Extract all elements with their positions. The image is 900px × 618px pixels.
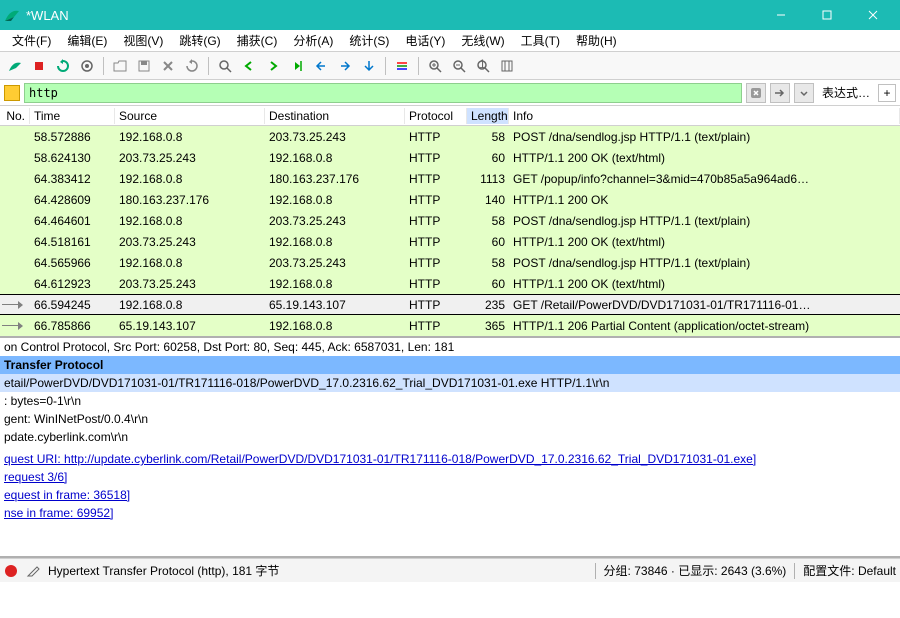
detail-line[interactable]: Transfer Protocol: [0, 356, 900, 374]
menu-item[interactable]: 统计(S): [341, 30, 397, 51]
menu-item[interactable]: 工具(T): [513, 30, 568, 51]
packet-list-header[interactable]: No. Time Source Destination Protocol Len…: [0, 106, 900, 126]
display-filter-input[interactable]: [24, 83, 742, 103]
menu-item[interactable]: 文件(F): [4, 30, 59, 51]
zoom-in-button[interactable]: [424, 55, 446, 77]
app-icon: [4, 7, 20, 23]
go-forward-button[interactable]: [262, 55, 284, 77]
go-to-packet-button[interactable]: [286, 55, 308, 77]
resize-columns-button[interactable]: [496, 55, 518, 77]
packet-row[interactable]: 64.383412192.168.0.8180.163.237.176HTTP1…: [0, 168, 900, 189]
packet-list-pane[interactable]: No. Time Source Destination Protocol Len…: [0, 106, 900, 338]
related-packet-arrow-icon: [0, 294, 30, 315]
menu-item[interactable]: 电话(Y): [397, 30, 453, 51]
auto-scroll-button[interactable]: [358, 55, 380, 77]
status-main: Hypertext Transfer Protocol (http), 181 …: [48, 562, 279, 579]
packet-details-pane[interactable]: on Control Protocol, Src Port: 60258, Ds…: [0, 338, 900, 558]
svg-text:1: 1: [479, 59, 486, 71]
toolbar-separator: [103, 57, 104, 75]
packet-row[interactable]: 66.594245192.168.0.865.19.143.107HTTP235…: [0, 294, 900, 315]
detail-line[interactable]: on Control Protocol, Src Port: 60258, Ds…: [0, 338, 900, 356]
clear-filter-button[interactable]: [746, 83, 766, 103]
save-file-button[interactable]: [133, 55, 155, 77]
bookmark-icon[interactable]: [4, 85, 20, 101]
status-separator: [595, 563, 596, 579]
colorize-button[interactable]: [391, 55, 413, 77]
menu-item[interactable]: 跳转(G): [171, 30, 228, 51]
window-title: *WLAN: [26, 8, 758, 23]
toolbar-separator: [418, 57, 419, 75]
packet-row[interactable]: 64.464601192.168.0.8203.73.25.243HTTP58P…: [0, 210, 900, 231]
packet-row[interactable]: 64.612923203.73.25.243192.168.0.8HTTP60H…: [0, 273, 900, 294]
column-no[interactable]: No.: [0, 108, 30, 124]
expert-info-icon[interactable]: [4, 564, 18, 578]
close-button[interactable]: [850, 0, 896, 30]
packet-row[interactable]: 58.624130203.73.25.243192.168.0.8HTTP60H…: [0, 147, 900, 168]
column-protocol[interactable]: Protocol: [405, 108, 467, 124]
go-first-button[interactable]: [310, 55, 332, 77]
zoom-out-button[interactable]: [448, 55, 470, 77]
close-file-button[interactable]: [157, 55, 179, 77]
stop-capture-button[interactable]: [28, 55, 50, 77]
zoom-reset-button[interactable]: 1: [472, 55, 494, 77]
filter-bar: 表达式… +: [0, 80, 900, 106]
column-time[interactable]: Time: [30, 108, 115, 124]
toolbar-separator: [208, 57, 209, 75]
apply-filter-button[interactable]: [770, 83, 790, 103]
packet-row[interactable]: 64.428609180.163.237.176192.168.0.8HTTP1…: [0, 189, 900, 210]
menu-item[interactable]: 分析(A): [285, 30, 341, 51]
detail-line[interactable]: nse in frame: 69952]: [0, 504, 900, 522]
expression-button[interactable]: 表达式…: [818, 84, 874, 101]
minimize-button[interactable]: [758, 0, 804, 30]
open-file-button[interactable]: [109, 55, 131, 77]
go-back-button[interactable]: [238, 55, 260, 77]
edit-icon[interactable]: [26, 564, 40, 578]
column-length[interactable]: Length: [467, 108, 509, 124]
detail-line[interactable]: equest in frame: 36518]: [0, 486, 900, 504]
packet-row[interactable]: 58.572886192.168.0.8203.73.25.243HTTP58P…: [0, 126, 900, 147]
find-packet-button[interactable]: [214, 55, 236, 77]
detail-line[interactable]: quest URI: http://update.cyberlink.com/R…: [0, 450, 900, 468]
toolbar: 1: [0, 52, 900, 80]
status-separator: [794, 563, 795, 579]
detail-line[interactable]: pdate.cyberlink.com\r\n: [0, 428, 900, 446]
add-filter-button[interactable]: +: [878, 84, 896, 102]
go-last-button[interactable]: [334, 55, 356, 77]
column-destination[interactable]: Destination: [265, 108, 405, 124]
detail-line[interactable]: etail/PowerDVD/DVD171031-01/TR171116-018…: [0, 374, 900, 392]
reload-button[interactable]: [181, 55, 203, 77]
menu-item[interactable]: 帮助(H): [568, 30, 625, 51]
status-bar: Hypertext Transfer Protocol (http), 181 …: [0, 558, 900, 582]
menu-item[interactable]: 捕获(C): [229, 30, 286, 51]
menu-item[interactable]: 无线(W): [453, 30, 512, 51]
status-profile[interactable]: 配置文件: Default: [803, 562, 896, 579]
detail-line[interactable]: request 3/6]: [0, 468, 900, 486]
detail-line[interactable]: gent: WinINetPost/0.0.4\r\n: [0, 410, 900, 428]
maximize-button[interactable]: [804, 0, 850, 30]
column-source[interactable]: Source: [115, 108, 265, 124]
menu-bar: 文件(F)编辑(E)视图(V)跳转(G)捕获(C)分析(A)统计(S)电话(Y)…: [0, 30, 900, 52]
capture-options-button[interactable]: [76, 55, 98, 77]
packet-row[interactable]: 64.518161203.73.25.243192.168.0.8HTTP60H…: [0, 231, 900, 252]
title-bar: *WLAN: [0, 0, 900, 30]
status-packets: 分组: 73846 · 已显示: 2643 (3.6%): [604, 562, 787, 579]
filter-dropdown-button[interactable]: [794, 83, 814, 103]
packet-row[interactable]: 64.565966192.168.0.8203.73.25.243HTTP58P…: [0, 252, 900, 273]
related-packet-arrow-icon: [0, 315, 30, 336]
menu-item[interactable]: 视图(V): [115, 30, 171, 51]
restart-capture-button[interactable]: [52, 55, 74, 77]
column-info[interactable]: Info: [509, 108, 900, 124]
packet-row[interactable]: 66.78586665.19.143.107192.168.0.8HTTP365…: [0, 315, 900, 336]
detail-line[interactable]: : bytes=0-1\r\n: [0, 392, 900, 410]
toolbar-separator: [385, 57, 386, 75]
start-capture-button[interactable]: [4, 55, 26, 77]
menu-item[interactable]: 编辑(E): [59, 30, 115, 51]
